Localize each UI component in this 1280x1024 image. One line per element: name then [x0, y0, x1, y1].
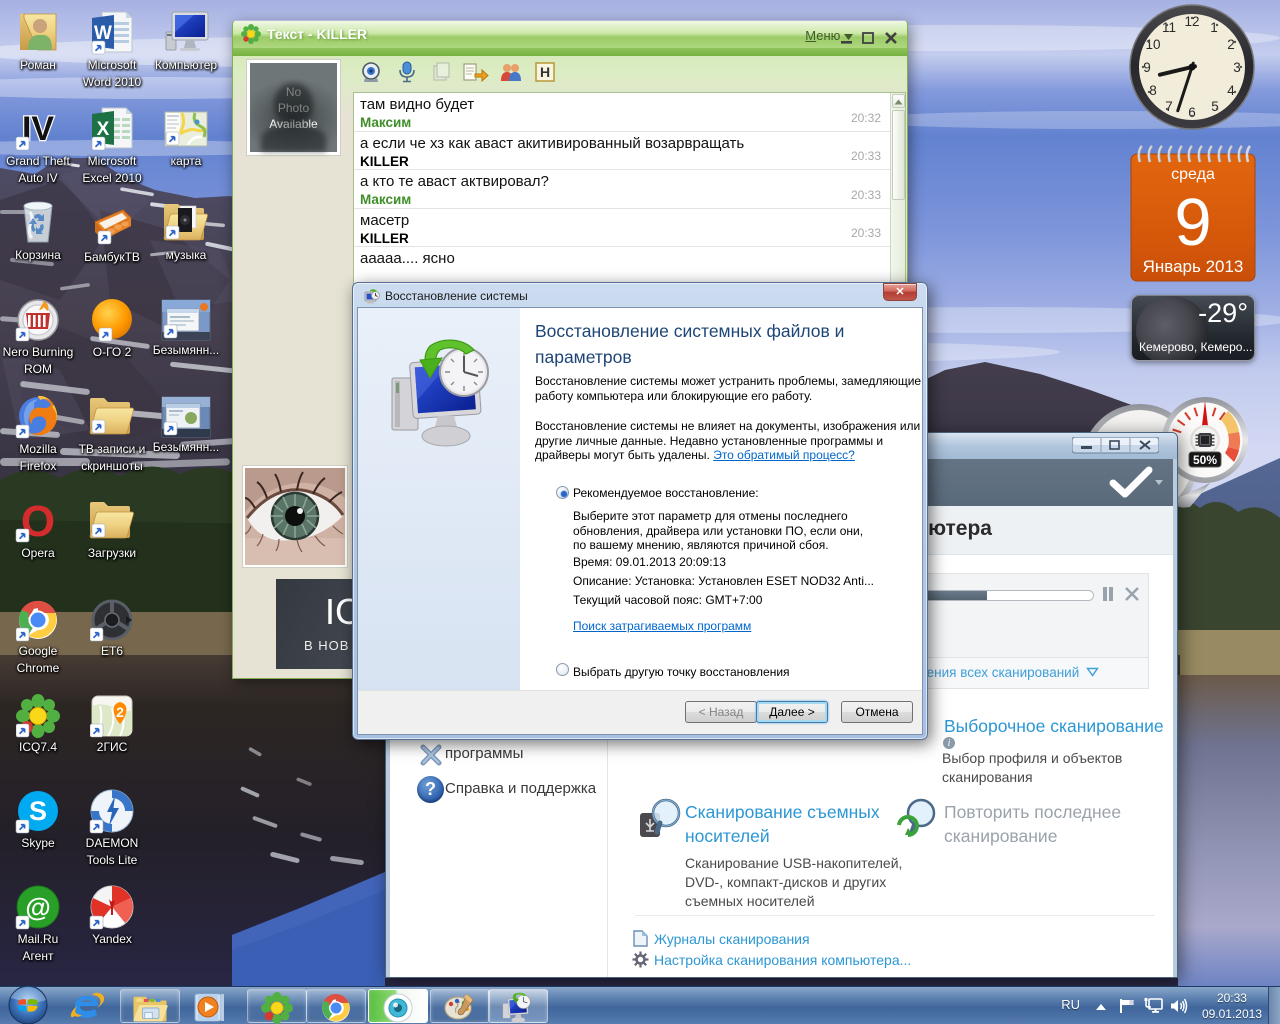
- svg-text:9: 9: [1174, 185, 1211, 260]
- svg-text:50%: 50%: [1193, 453, 1217, 467]
- svg-text:S: S: [29, 796, 47, 826]
- svg-text:6: 6: [1188, 105, 1196, 120]
- svg-text:8: 8: [1149, 83, 1157, 98]
- svg-text:12: 12: [1184, 14, 1199, 29]
- svg-text:7: 7: [1165, 99, 1173, 114]
- svg-text:3: 3: [1233, 60, 1241, 75]
- svg-text:2: 2: [116, 704, 124, 720]
- svg-text:1: 1: [1210, 20, 1218, 35]
- svg-text:4: 4: [1227, 83, 1235, 98]
- svg-text:H: H: [540, 64, 550, 80]
- svg-text:5: 5: [1211, 99, 1219, 114]
- svg-text:11: 11: [1162, 20, 1176, 35]
- svg-text:среда: среда: [1171, 166, 1215, 183]
- svg-text:9: 9: [1143, 60, 1151, 75]
- svg-text:Январь 2013: Январь 2013: [1143, 257, 1244, 276]
- svg-text:2: 2: [1227, 37, 1235, 52]
- svg-text:10: 10: [1145, 37, 1160, 52]
